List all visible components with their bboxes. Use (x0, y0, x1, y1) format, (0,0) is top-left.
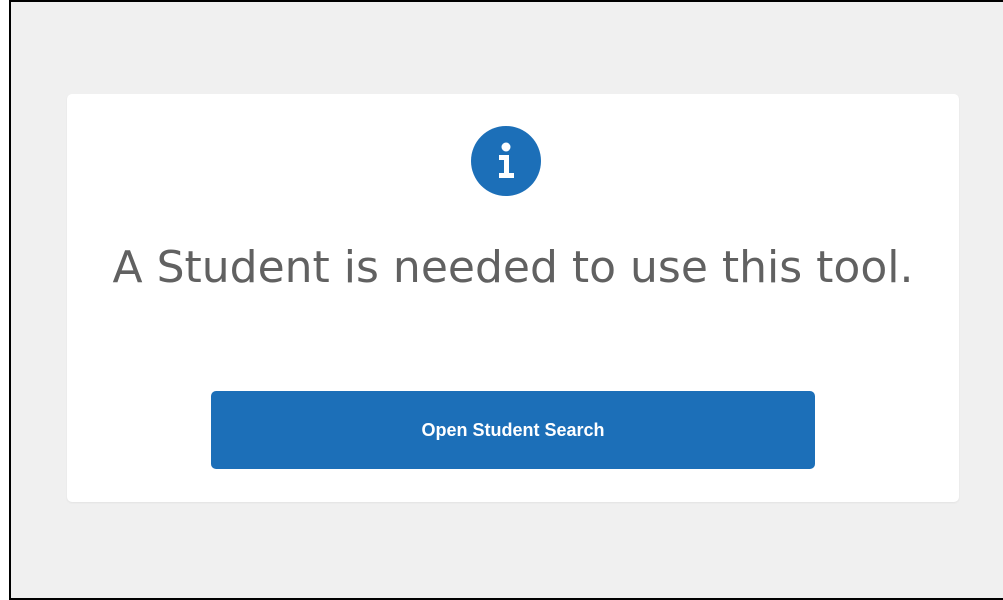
open-student-search-button[interactable]: Open Student Search (211, 391, 815, 469)
empty-state-card: A Student is needed to use this tool. Op… (67, 94, 959, 502)
app-frame: A Student is needed to use this tool. Op… (9, 0, 1003, 600)
info-icon (471, 126, 541, 196)
student-required-message: A Student is needed to use this tool. (112, 242, 914, 293)
